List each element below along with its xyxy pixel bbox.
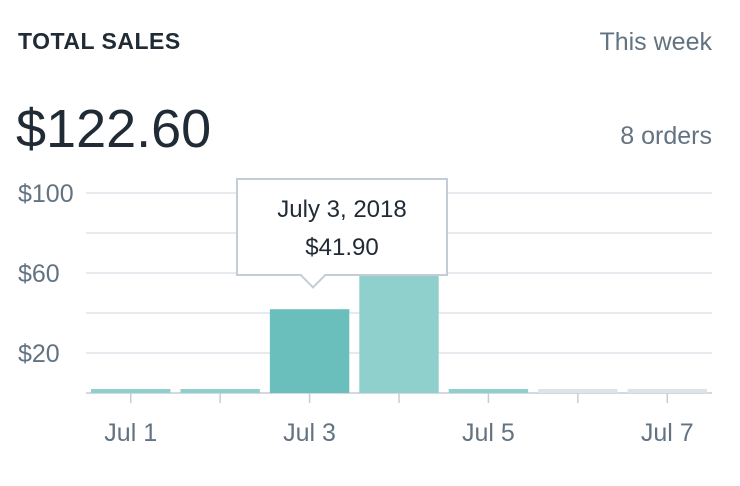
bar [538,389,618,393]
chart-tooltip: July 3, 2018 $41.90 [236,178,448,289]
bar [269,309,350,393]
tooltip-value: $41.90 [305,234,379,261]
bar [180,389,260,393]
y-tick-label: $60 [18,260,60,288]
bar [448,389,529,393]
bar [91,389,171,393]
bar [627,389,707,393]
x-tick-label: Jul 1 [104,419,157,447]
tooltip-date: July 3, 2018 [277,196,407,223]
x-tick-label: Jul 7 [641,419,694,447]
y-tick-label: $100 [18,180,74,208]
x-tick-label: Jul 3 [283,419,336,447]
x-tick-label: Jul 5 [462,419,515,447]
y-tick-label: $20 [18,340,60,368]
